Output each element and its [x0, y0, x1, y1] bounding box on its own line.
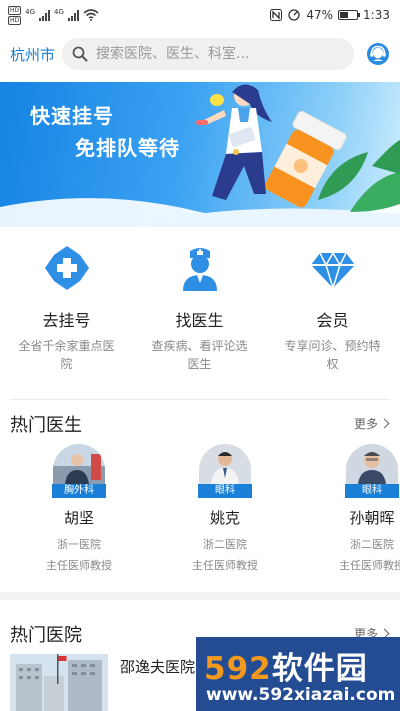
hot-hospitals-title: 热门医院 — [10, 625, 82, 646]
hospital-photo[interactable] — [10, 654, 108, 711]
feature-find-doctor[interactable]: 找医生 查疾病、看评论选医生 — [133, 243, 266, 373]
battery-level-fill — [340, 12, 349, 18]
feature-desc: 查疾病、看评论选医生 — [151, 339, 248, 371]
feature-desc: 全省千余家重点医院 — [18, 339, 115, 371]
feature-membership[interactable]: 会员 专享问诊、预约特权 — [266, 243, 399, 373]
doctor-photo-image — [346, 444, 398, 484]
hot-doctors-more-link[interactable]: 更多 — [353, 415, 390, 432]
search-input[interactable] — [96, 46, 336, 62]
doctor-title: 主任医师教授 — [339, 559, 400, 572]
doctor-title: 主任医师教授 — [192, 559, 258, 572]
banner-subheadline: 免排队等待 — [75, 136, 180, 160]
banner-headline: 快速挂号 — [30, 104, 114, 128]
doctor-title: 主任医师教授 — [46, 559, 112, 572]
doctor-card[interactable]: 眼科 姚克 浙二医院 主任医师教授 — [165, 444, 285, 573]
chevron-right-icon — [379, 418, 390, 429]
hospital-cross-icon — [44, 246, 89, 290]
status-bar: HD HD 4G 4G 47% 1:33 — [0, 0, 400, 30]
diamond-icon — [310, 251, 355, 291]
doctor-name: 孙朝晖 — [349, 509, 395, 527]
feature-row: 去挂号 全省千余家重点医院 找医生 查疾病、看评论选医生 会员 专享问诊、预约特… — [0, 243, 400, 373]
watermark-digits: 592 — [204, 651, 272, 687]
doctor-photo-image — [53, 444, 105, 484]
hospital-name[interactable]: 邵逸夫医院 — [120, 656, 195, 677]
network-type-label: 4G — [54, 7, 64, 16]
site-watermark: 592软件园 www.592xiazai.com — [196, 637, 400, 711]
hd-badge: HD — [8, 15, 22, 25]
search-bar[interactable] — [62, 38, 354, 70]
department-badge: 胸外科 — [52, 484, 106, 498]
doctor-name: 姚克 — [209, 509, 240, 527]
department-badge: 眼科 — [345, 484, 399, 498]
doctor-card[interactable]: 胸外科 胡坚 浙一医院 主任医师教授 — [19, 444, 139, 573]
signal-icon — [39, 9, 51, 21]
feature-title: 去挂号 — [42, 311, 91, 330]
doctor-avatar — [53, 444, 105, 484]
hospital-building-image — [10, 654, 108, 711]
hot-doctors-title: 热门医生 — [10, 415, 82, 436]
battery-percentage: 47% — [306, 8, 334, 22]
feature-register[interactable]: 去挂号 全省千余家重点医院 — [0, 243, 133, 373]
search-icon — [72, 46, 88, 62]
network-type-label: 4G — [25, 7, 36, 16]
city-selector[interactable]: 杭州市 — [10, 44, 62, 65]
hot-doctors-list: 胸外科 胡坚 浙一医院 主任医师教授 眼科 姚克 浙二医院 主任医师教授 眼科 … — [0, 444, 400, 574]
status-bar-right: 47% 1:33 — [270, 8, 390, 22]
nfc-icon — [270, 9, 283, 21]
watermark-url: www.592xiazai.com — [206, 685, 396, 705]
hd-badge: HD — [8, 5, 22, 15]
hd-indicators: HD HD — [8, 5, 22, 25]
feature-desc: 专享问诊、预约特权 — [284, 339, 381, 371]
signal-icon — [67, 9, 79, 21]
doctor-hospital: 浙二医院 — [203, 538, 247, 551]
feature-title: 找医生 — [175, 311, 224, 330]
power-saving-icon — [288, 9, 301, 21]
doctor-icon — [182, 248, 217, 291]
more-label: 更多 — [353, 417, 378, 431]
watermark-brand: 软件园 — [271, 651, 368, 687]
doctor-photo-image — [199, 444, 251, 484]
top-header: 杭州市 — [0, 34, 400, 74]
watermark-logo: 592软件园 — [204, 643, 368, 688]
promo-banner[interactable]: 快速挂号 免排队等待 — [0, 82, 400, 227]
wifi-icon — [83, 9, 99, 21]
doctor-avatar — [199, 444, 251, 484]
feature-title: 会员 — [316, 311, 349, 330]
clock: 1:33 — [363, 8, 390, 22]
doctor-hospital: 浙二医院 — [350, 538, 394, 551]
battery-icon — [338, 10, 361, 20]
section-gap — [0, 592, 400, 600]
status-bar-left: HD HD 4G 4G — [8, 5, 99, 25]
customer-service-icon[interactable] — [366, 42, 390, 66]
doctor-name: 胡坚 — [63, 509, 94, 527]
doctor-card[interactable]: 眼科 孙朝晖 浙二医院 主任医师教授 — [312, 444, 400, 573]
department-badge: 眼科 — [198, 484, 252, 498]
divider — [10, 399, 390, 400]
doctor-hospital: 浙一医院 — [57, 538, 101, 551]
doctor-avatar — [346, 444, 398, 484]
